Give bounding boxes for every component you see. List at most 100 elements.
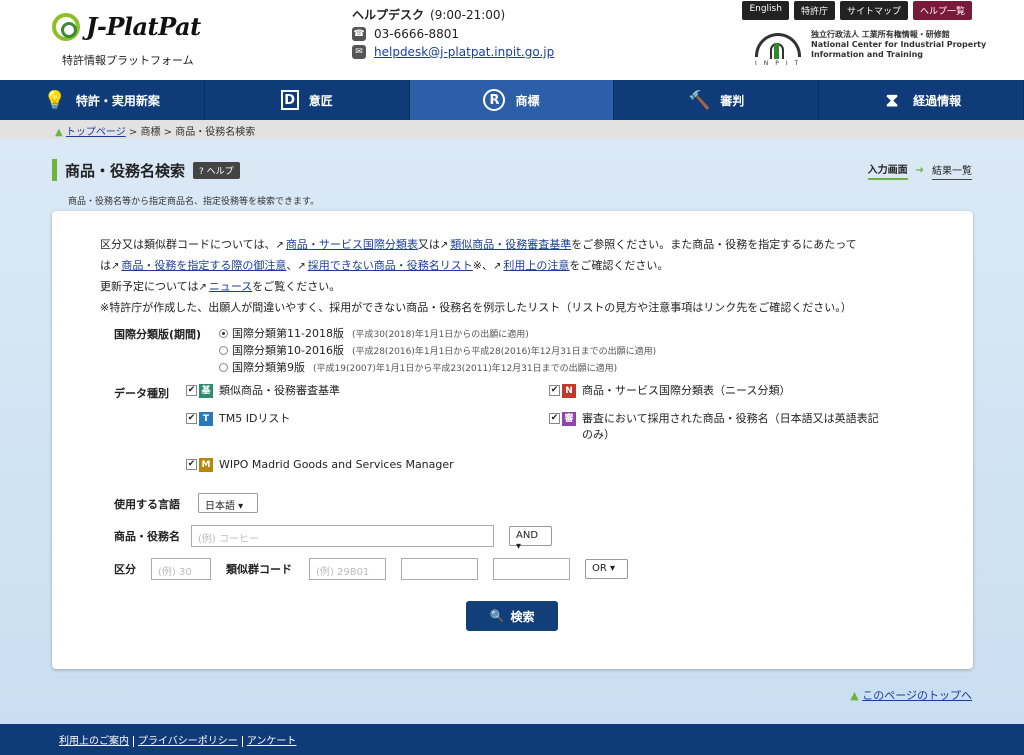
utility-links: English 特許庁 サイトマップ ヘルプ一覧 xyxy=(742,1,972,20)
datatype-similar-goods[interactable]: ✔ 基類似商品・役務審査基準 xyxy=(186,383,340,399)
helpdesk-phone: 03-6666-8801 xyxy=(374,27,460,41)
unacceptable-list-link[interactable]: 採用できない商品・役務名リスト xyxy=(308,259,473,272)
intro-text: 区分又は類似群コードについては、↗ 商品・サービス国際分類表又は↗ 類似商品・役務審… xyxy=(100,235,940,318)
inpit-logo[interactable]: INPIT 独立行政法人 工業所有権情報・研修館 National Center… xyxy=(755,30,987,67)
language-label: 使用する言語 xyxy=(114,498,180,511)
mail-icon: ✉ xyxy=(352,45,366,59)
logo-subtitle: 特許情報プラットフォーム xyxy=(62,54,194,67)
ki-badge-icon: 基 xyxy=(199,384,213,398)
breadcrumb-current: 商品・役務名検索 xyxy=(175,127,256,138)
helpdesk-title: ヘルプデスク xyxy=(352,8,425,22)
edition-radio-10[interactable]: 国際分類第10-2016版 (平成28(2016)年1月1日から平成28(2016… xyxy=(219,342,656,358)
inpit-name-ja: 独立行政法人 工業所有権情報・研修館 xyxy=(811,30,950,39)
inpit-name-en1: National Center for Industrial Property xyxy=(811,40,987,49)
checkbox[interactable]: ✔ xyxy=(186,385,197,396)
external-link-icon: ↗ xyxy=(439,240,449,251)
checkbox[interactable]: ✔ xyxy=(186,459,197,470)
nav-design[interactable]: D 意匠 xyxy=(205,80,410,120)
external-link-icon: ↗ xyxy=(111,261,120,272)
trademark-r-icon: R xyxy=(483,89,506,111)
shin-badge-icon: 審 xyxy=(562,412,576,426)
inpit-wordmark: INPIT xyxy=(755,60,806,67)
search-form-card: 区分又は類似群コードについては、↗ 商品・サービス国際分類表又は↗ 類似商品・役務審… xyxy=(52,211,973,669)
help-button[interactable]: ? ヘルプ xyxy=(193,161,240,179)
lightbulb-icon: 💡 xyxy=(43,89,67,111)
news-link[interactable]: ニュース xyxy=(209,280,252,293)
edition-radio-9[interactable]: 国際分類第9版 (平成19(2007)年1月1日から平成23(2011)年12月3… xyxy=(219,359,617,375)
nav-trademark[interactable]: R 商標 xyxy=(409,80,615,120)
home-arrow-icon: ▲ xyxy=(55,127,63,138)
page-title: 商品・役務名検索 ? ヘルプ xyxy=(52,159,240,181)
inpit-name-en2: Information and Training xyxy=(811,50,923,59)
language-select[interactable]: 日本語 ▾ xyxy=(198,493,258,513)
intro-footnote: ※特許庁が作成した、出願人が間違いやすく、採用ができない商品・役務名を例示したリ… xyxy=(100,301,852,314)
external-link-icon: ↗ xyxy=(198,282,207,293)
checkbox[interactable]: ✔ xyxy=(549,385,560,396)
datatype-examination[interactable]: ✔ 審審査において採用された商品・役務名（日本語又は英語表記のみ） xyxy=(549,411,889,443)
footer-privacy-link[interactable]: プライバシーポリシー xyxy=(134,736,243,747)
nav-trial[interactable]: 🔨 審判 xyxy=(614,80,820,120)
breadcrumb-home[interactable]: トップページ xyxy=(66,127,126,138)
english-link[interactable]: English xyxy=(742,1,789,20)
group-code-input-2[interactable] xyxy=(401,558,478,580)
back-to-top[interactable]: ▲ このページのトップへ xyxy=(850,687,972,703)
t-badge-icon: T xyxy=(199,412,213,426)
datatype-tm5[interactable]: ✔ T TM5 IDリスト xyxy=(186,411,290,427)
question-icon: ? xyxy=(199,166,204,177)
m-badge-icon: M xyxy=(199,458,213,472)
nav-progress[interactable]: ⧗ 経過情報 xyxy=(819,80,1024,120)
and-or-select[interactable]: AND ▾ xyxy=(509,526,552,552)
group-or-select[interactable]: OR ▾ xyxy=(585,559,628,579)
logo-text: J-PlatPat xyxy=(86,12,201,41)
design-d-icon: D xyxy=(280,90,299,110)
nice-class-link[interactable]: 商品・サービス国際分類表 xyxy=(286,238,418,251)
classification-label: 国際分類版(期間) xyxy=(114,328,202,341)
step-input: 入力画面 xyxy=(867,161,908,180)
footer-survey-link[interactable]: アンケート xyxy=(243,736,301,747)
step-results: 結果一覧 xyxy=(932,162,972,180)
edition-radio-11[interactable]: 国際分類第11-2018版 (平成30(2018)年1月1日からの出願に適用) xyxy=(219,325,529,341)
main-nav: 💡 特許・実用新案 D 意匠 R 商標 🔨 審判 ⧗ 経過情報 xyxy=(0,80,1024,120)
phone-icon: ☎ xyxy=(352,27,366,41)
datatype-madrid[interactable]: ✔ M WIPO Madrid Goods and Services Manager xyxy=(186,457,454,473)
class-label: 区分 xyxy=(114,563,136,576)
main-content: 商品・役務名検索 ? ヘルプ 入力画面 ➔ 結果一覧 商品・役務名等から指定商品… xyxy=(0,139,1024,724)
checkbox[interactable]: ✔ xyxy=(186,413,197,424)
group-code-input-3[interactable] xyxy=(493,558,570,580)
step-indicator: 入力画面 ➔ 結果一覧 xyxy=(867,161,972,180)
search-icon: 🔍 xyxy=(489,609,505,623)
breadcrumb: ▲ トップページ > 商標 > 商品・役務名検索 xyxy=(0,120,1024,139)
nav-patent[interactable]: 💡 特許・実用新案 xyxy=(0,80,205,120)
helpdesk-email-link[interactable]: helpdesk@j-platpat.inpit.go.jp xyxy=(374,45,554,59)
gavel-icon: 🔨 xyxy=(688,89,711,111)
goods-name-input[interactable]: (例) コーヒー xyxy=(191,525,494,547)
helpdesk-hours: (9:00-21:00) xyxy=(430,8,506,22)
arrow-right-icon: ➔ xyxy=(915,165,924,176)
designation-notice-link[interactable]: 商品・役務を指定する際の御注意 xyxy=(121,259,286,272)
jpo-link[interactable]: 特許庁 xyxy=(793,1,835,20)
datatype-nice[interactable]: ✔ N 商品・サービス国際分類表（ニース分類） xyxy=(549,383,790,399)
external-link-icon: ↗ xyxy=(493,261,502,272)
hourglass-icon: ⧗ xyxy=(885,89,899,111)
goods-name-label: 商品・役務名 xyxy=(114,530,180,543)
logo-mark-icon xyxy=(52,12,80,41)
usage-notice-link[interactable]: 利用上の注意 xyxy=(503,259,569,272)
search-button[interactable]: 🔍 検索 xyxy=(466,601,558,631)
n-badge-icon: N xyxy=(562,384,576,398)
similar-goods-link[interactable]: 類似商品・役務審査基準 xyxy=(450,238,571,251)
site-footer: 利用上のご案内 プライバシーポリシー アンケート xyxy=(0,724,1024,755)
help-list-link[interactable]: ヘルプ一覧 xyxy=(912,1,972,20)
page-description: 商品・役務名等から指定商品名、指定役務等を検索できます。 xyxy=(68,197,320,207)
group-code-label: 類似群コード xyxy=(226,563,292,576)
data-type-label: データ種別 xyxy=(114,387,169,400)
class-input[interactable]: (例) 30 xyxy=(151,558,211,580)
sitemap-link[interactable]: サイトマップ xyxy=(839,1,908,20)
breadcrumb-trademark: 商標 xyxy=(140,127,161,138)
arrow-up-icon: ▲ xyxy=(850,689,859,702)
site-header: J-PlatPat 特許情報プラットフォーム ヘルプデスク (9:00-21:00… xyxy=(0,0,1024,80)
checkbox[interactable]: ✔ xyxy=(549,413,560,424)
group-code-input-1[interactable]: (例) 29B01 xyxy=(309,558,386,580)
external-link-icon: ↗ xyxy=(297,261,306,272)
footer-usage-link[interactable]: 利用上のご案内 xyxy=(55,736,134,747)
jplatpat-logo[interactable]: J-PlatPat xyxy=(52,12,201,41)
